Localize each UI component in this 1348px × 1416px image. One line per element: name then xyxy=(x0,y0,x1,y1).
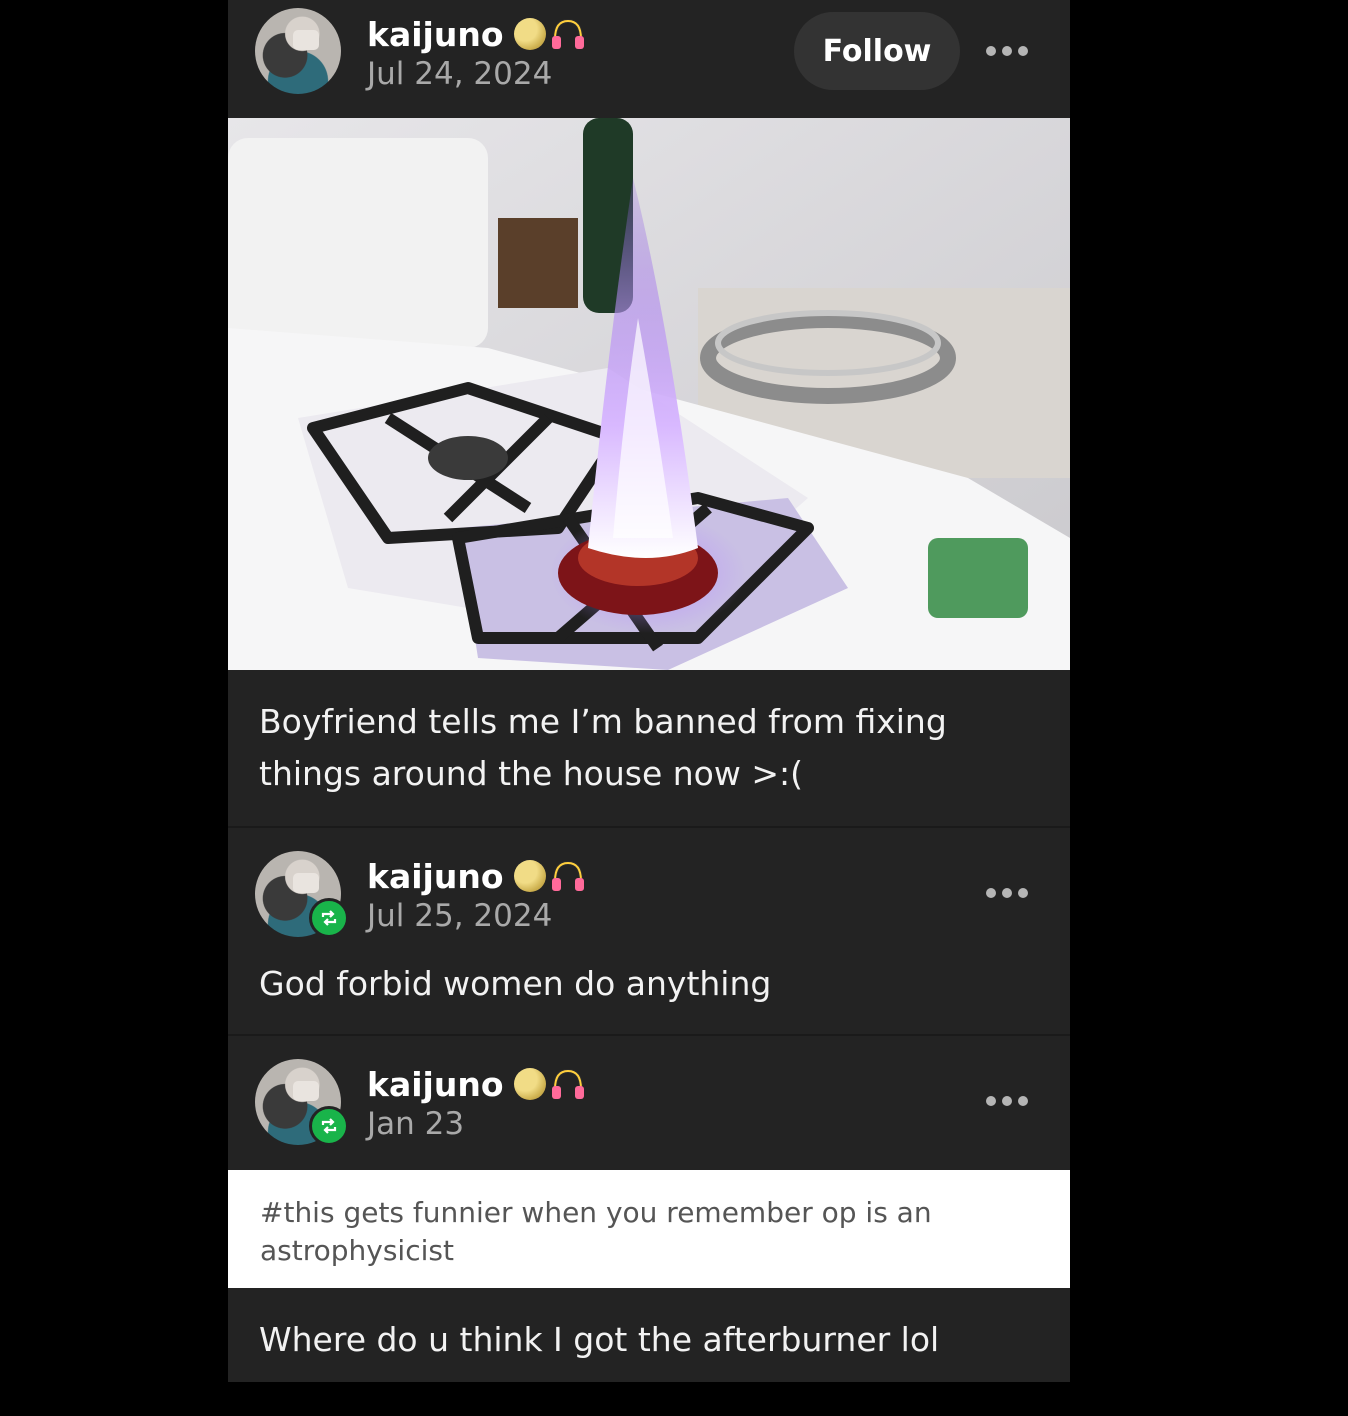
more-options-icon[interactable] xyxy=(986,888,1028,900)
post-photo xyxy=(228,118,1070,670)
reblog-text: Where do u think I got the afterburner l… xyxy=(259,1320,940,1359)
headphones-icon xyxy=(551,18,584,49)
reblog-1: kaijuno Jul 25, 2024 God forbid women do… xyxy=(228,828,1070,1034)
more-options-icon[interactable] xyxy=(986,1096,1028,1108)
post-tags[interactable]: #this gets funnier when you remember op … xyxy=(260,1194,1020,1270)
headphones-icon xyxy=(551,1068,584,1099)
post-card: kaijuno Jul 24, 2024 Follow Boyfriend te… xyxy=(228,0,1070,1382)
username[interactable]: kaijuno xyxy=(367,1065,504,1104)
avatar[interactable] xyxy=(255,8,341,94)
reblog-text: God forbid women do anything xyxy=(259,964,772,1003)
moon-icon xyxy=(513,1068,546,1100)
post-date[interactable]: Jul 24, 2024 xyxy=(367,56,552,92)
reblog-icon xyxy=(309,898,349,938)
moon-icon xyxy=(513,18,546,50)
author-row: kaijuno xyxy=(367,1062,586,1106)
reblog-date[interactable]: Jan 23 xyxy=(367,1106,464,1142)
follow-button[interactable]: Follow xyxy=(794,12,960,90)
reblog-date[interactable]: Jul 25, 2024 xyxy=(367,898,552,934)
reblog-icon xyxy=(309,1106,349,1146)
username[interactable]: kaijuno xyxy=(367,15,504,54)
post-caption: Boyfriend tells me I’m banned from fixin… xyxy=(259,702,947,793)
username[interactable]: kaijuno xyxy=(367,857,504,896)
tags-box: #this gets funnier when you remember op … xyxy=(228,1170,1070,1288)
reblog-2: kaijuno Jan 23 xyxy=(228,1036,1070,1170)
author-row: kaijuno xyxy=(367,12,586,56)
post-header: kaijuno Jul 24, 2024 Follow xyxy=(228,0,1070,118)
author-row: kaijuno xyxy=(367,854,586,898)
headphones-icon xyxy=(551,860,584,891)
moon-icon xyxy=(513,860,546,892)
more-options-icon[interactable] xyxy=(986,46,1028,58)
